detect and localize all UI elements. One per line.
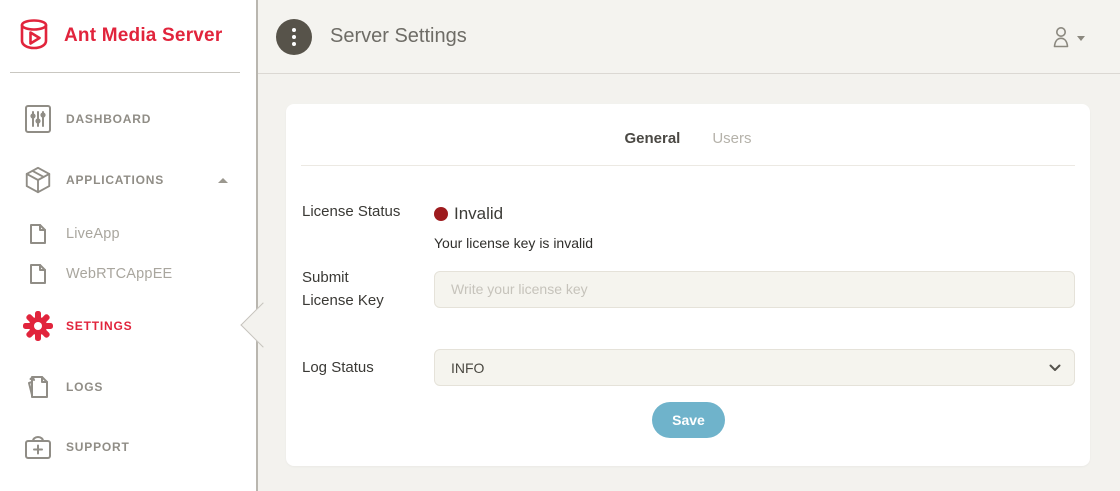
user-menu[interactable] <box>1050 25 1085 49</box>
license-status-message: Your license key is invalid <box>434 235 1075 251</box>
menu-kebab-button[interactable] <box>276 19 312 55</box>
collapse-up-icon[interactable] <box>218 178 228 183</box>
tab-bar: General Users <box>286 104 1090 165</box>
content-area: General Users License Status Invalid <box>258 74 1120 491</box>
tab-users[interactable]: Users <box>712 130 751 147</box>
tab-divider <box>301 165 1075 166</box>
package-icon <box>22 165 54 195</box>
sidebar-item-label: LiveApp <box>66 226 120 242</box>
sidebar-item-label: SETTINGS <box>66 319 132 333</box>
caret-down-icon <box>1077 36 1085 41</box>
license-status-label: License Status <box>302 200 434 223</box>
status-invalid-dot-icon <box>434 207 448 221</box>
gear-icon <box>22 310 54 342</box>
license-key-label: Submit License Key <box>302 266 390 312</box>
sidebar-item-webrtcappee[interactable]: WebRTCAppEE <box>0 254 256 294</box>
top-header: Server Settings <box>258 0 1120 74</box>
brand-name: Ant Media Server <box>64 25 222 47</box>
sidebar-item-label: WebRTCAppEE <box>66 266 172 282</box>
sidebar-item-label: SUPPORT <box>66 440 130 454</box>
log-status-select[interactable]: INFO <box>434 349 1075 386</box>
brand-logo[interactable]: Ant Media Server <box>0 0 256 72</box>
license-key-input[interactable] <box>434 271 1075 308</box>
file-icon <box>22 263 54 285</box>
license-status-value: Invalid Your license key is invalid <box>434 200 1075 251</box>
sidebar-item-label: LOGS <box>66 380 103 394</box>
save-button[interactable]: Save <box>652 402 725 438</box>
license-key-field-wrap <box>434 271 1075 308</box>
server-settings-form: License Status Invalid Your license key … <box>286 200 1090 438</box>
sidebar: Ant Media Server DASHBOARD <box>0 0 258 491</box>
save-row: Save <box>302 402 1075 438</box>
license-status-text: Invalid <box>454 204 503 224</box>
main-area: Server Settings General Users <box>258 0 1120 491</box>
user-icon <box>1050 25 1072 49</box>
log-status-label: Log Status <box>302 356 434 379</box>
page-title: Server Settings <box>330 25 467 48</box>
sidebar-item-label: DASHBOARD <box>66 112 151 126</box>
sidebar-item-liveapp[interactable]: LiveApp <box>0 214 256 254</box>
app-window: Ant Media Server DASHBOARD <box>0 0 1120 491</box>
sidebar-item-applications[interactable]: APPLICATIONS <box>0 156 256 204</box>
sidebar-item-settings[interactable]: SETTINGS <box>0 302 256 350</box>
logs-document-icon <box>22 373 54 401</box>
sidebar-item-support[interactable]: SUPPORT <box>0 423 256 471</box>
log-status-row: Log Status INFO <box>302 349 1075 386</box>
log-status-select-wrap: INFO <box>434 349 1075 386</box>
sidebar-nav: DASHBOARD APPLICATIONS <box>0 73 256 471</box>
license-status-row: License Status Invalid Your license key … <box>302 200 1075 251</box>
license-key-row: Submit License Key <box>302 266 1075 312</box>
settings-card: General Users License Status Invalid <box>286 104 1090 466</box>
sidebar-item-dashboard[interactable]: DASHBOARD <box>0 95 256 143</box>
first-aid-kit-icon <box>22 433 54 461</box>
sidebar-item-logs[interactable]: LOGS <box>0 363 256 411</box>
file-icon <box>22 223 54 245</box>
sidebar-item-label: APPLICATIONS <box>66 173 164 187</box>
ant-media-logo-icon <box>14 14 54 58</box>
tab-general[interactable]: General <box>624 130 680 147</box>
dashboard-sliders-icon <box>22 104 54 134</box>
